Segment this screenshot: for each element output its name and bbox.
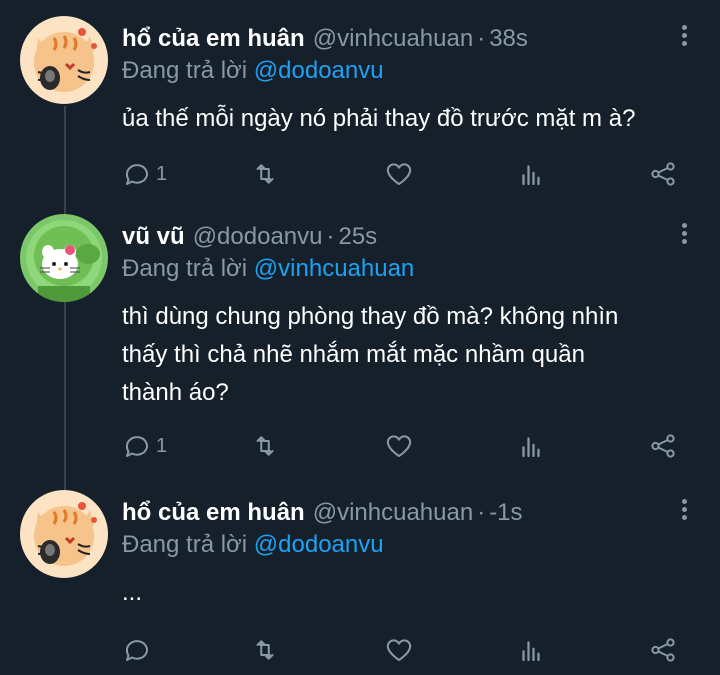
tweet-actions: 1 [122,154,682,194]
reply-button[interactable]: 1 [122,426,167,466]
tweet-text-line: thấy thì chả nhẽ nhắm mắt mặc nhầm quần [122,341,585,368]
reply-icon [125,640,148,661]
share-button[interactable] [648,426,678,466]
separator-dot: · [477,499,486,526]
reply-icon [125,436,148,457]
reply-button[interactable] [122,630,156,670]
replying-to-label: Đang trả lời [122,255,248,282]
display-name[interactable]: hổ của em huân [122,499,305,526]
hello-kitty-peashooter-icon [20,214,108,302]
handle[interactable]: @dodoanvu [193,223,323,250]
like-button[interactable] [384,426,414,466]
replying-to-link[interactable]: @vinhcuahuan [254,255,414,282]
heart-icon [386,435,412,457]
analytics-button[interactable] [516,426,546,466]
tweet-actions: 1 [122,426,682,466]
tiger-cat-icon [20,16,108,104]
tweet-text-line: ủa thế mỗi ngày nó phải thay đồ trước mặ… [122,105,636,132]
avatar[interactable] [20,16,108,104]
display-name[interactable]: vũ vũ [122,223,185,250]
tweet-header: hổ của em huân @vinhcuahuan · -1s [122,498,696,528]
tweet-text: thì dùng chung phòng thay đồ mà? không n… [122,298,696,412]
share-icon [651,638,675,662]
tweet-actions [122,630,682,670]
separator-dot: · [326,223,335,250]
reply-count: 1 [156,162,168,185]
analytics-icon [522,437,540,458]
replying-to: Đang trả lời @dodoanvu [122,528,696,562]
retweet-button[interactable] [250,630,280,670]
replying-to-label: Đang trả lời [122,57,248,84]
heart-icon [386,163,412,185]
share-icon [651,162,675,186]
avatar[interactable] [20,214,108,302]
tweet-text-line: thì dùng chung phòng thay đồ mà? không n… [122,303,619,330]
retweet-button[interactable] [250,426,280,466]
analytics-icon [522,641,540,662]
share-button[interactable] [648,154,678,194]
analytics-icon [522,165,540,186]
like-button[interactable] [384,154,414,194]
separator-dot: · [477,25,486,52]
retweet-icon [256,436,274,456]
timestamp[interactable]: -1s [489,499,522,526]
avatar[interactable] [20,490,108,578]
like-button[interactable] [384,630,414,670]
tweet-header: hổ của em huân @vinhcuahuan · 38s [122,24,696,54]
tiger-cat-icon [20,490,108,578]
tweet-text: ... [122,574,696,612]
tweet-text-line: thành áo? [122,379,229,406]
replying-to-label: Đang trả lời [122,531,248,558]
handle[interactable]: @vinhcuahuan [313,499,473,526]
replying-to: Đang trả lời @dodoanvu [122,54,696,88]
tweet-text: ủa thế mỗi ngày nó phải thay đồ trước mặ… [122,100,696,138]
retweet-icon [256,164,274,184]
share-icon [651,434,675,458]
share-button[interactable] [648,630,678,670]
reply-icon [125,164,148,185]
analytics-button[interactable] [516,154,546,194]
reply-count: 1 [156,434,168,457]
display-name[interactable]: hổ của em huân [122,25,305,52]
timestamp[interactable]: 38s [489,25,528,52]
tweet-text-line: ... [122,579,143,606]
reply-button[interactable]: 1 [122,154,167,194]
handle[interactable]: @vinhcuahuan [313,25,473,52]
analytics-button[interactable] [516,630,546,670]
replying-to: Đang trả lời @vinhcuahuan [122,252,696,286]
replying-to-link[interactable]: @dodoanvu [254,57,384,84]
heart-icon [386,639,412,661]
retweet-button[interactable] [250,154,280,194]
timestamp[interactable]: 25s [338,223,377,250]
tweet-header: vũ vũ @dodoanvu · 25s [122,222,696,252]
replying-to-link[interactable]: @dodoanvu [254,531,384,558]
retweet-icon [256,640,274,660]
